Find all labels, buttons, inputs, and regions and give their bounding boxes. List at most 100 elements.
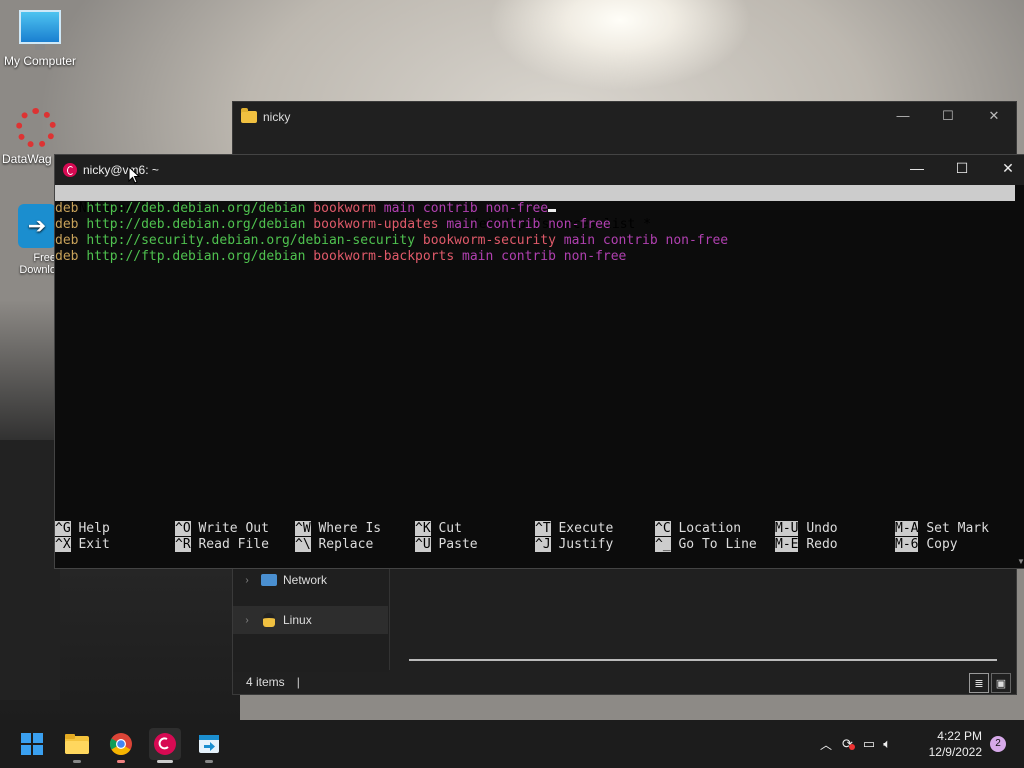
chevron-right-icon[interactable]: › bbox=[239, 575, 255, 586]
editor-line[interactable]: deb http://security.debian.org/debian-se… bbox=[55, 233, 1015, 249]
editor-line[interactable]: deb http://deb.debian.org/debian bookwor… bbox=[55, 201, 1015, 217]
nano-header-bar: GNU nano 5.4 /etc/apt/sources.list * bbox=[55, 185, 1015, 232]
shortcut-key: ^\ bbox=[295, 537, 311, 552]
taskbar-debian[interactable] bbox=[149, 728, 181, 763]
shortcut-label: Replace bbox=[318, 537, 374, 552]
line-keyword: deb bbox=[55, 249, 79, 264]
chrome-icon bbox=[110, 733, 132, 755]
shortcut-read-file[interactable]: ^R Read File bbox=[175, 537, 295, 553]
wallpaper-shadow bbox=[0, 440, 60, 700]
scroll-down-icon[interactable]: ▼ bbox=[1017, 557, 1024, 566]
minimize-icon[interactable]: — bbox=[891, 108, 915, 123]
shortcut-justify[interactable]: ^J Justify bbox=[535, 537, 655, 553]
shortcut-label: Paste bbox=[438, 537, 478, 552]
minimize-icon[interactable]: — bbox=[902, 160, 932, 176]
pane-divider bbox=[389, 552, 390, 670]
mouse-pointer-icon bbox=[128, 166, 141, 184]
status-separator: | bbox=[296, 675, 300, 689]
shortcut-key: M-U bbox=[775, 521, 799, 536]
shortcut-paste[interactable]: ^U Paste bbox=[415, 537, 535, 553]
maximize-icon[interactable]: ☐ bbox=[936, 108, 960, 124]
shortcut-key: ^K bbox=[415, 521, 431, 536]
shortcut-execute[interactable]: ^T Execute bbox=[535, 521, 655, 537]
desktop-icon-label: My Computer bbox=[3, 54, 77, 68]
shortcut-label: Go To Line bbox=[678, 537, 757, 552]
shortcut-undo[interactable]: M-U Undo bbox=[775, 521, 895, 537]
shortcut-key: ^R bbox=[175, 537, 191, 552]
shortcut-copy[interactable]: M-6 Copy bbox=[895, 537, 1015, 553]
line-keyword: deb bbox=[55, 217, 79, 232]
taskbar-remote-desktop[interactable] bbox=[193, 728, 225, 763]
line-components: main contrib non-free bbox=[462, 249, 627, 264]
shortcut-write-out[interactable]: ^O Write Out bbox=[175, 521, 295, 537]
terminal-window[interactable]: nicky@vm6: ~ — ☐ ✕ GNU nano 5.4 /etc/apt… bbox=[54, 154, 1024, 569]
shortcut-key: M-A bbox=[895, 521, 919, 536]
shortcut-key: ^O bbox=[175, 521, 191, 536]
volume-icon[interactable]: 🔈︎ bbox=[883, 736, 891, 752]
shortcut-label: Write Out bbox=[198, 521, 269, 536]
shortcut-replace[interactable]: ^\ Replace bbox=[295, 537, 415, 553]
nav-item-label: Network bbox=[283, 573, 328, 587]
line-components: main contrib non-free bbox=[563, 233, 729, 248]
system-tray: ︿ ⟳ ▭ 🔈︎ bbox=[820, 720, 891, 768]
shortcut-label: Help bbox=[78, 521, 110, 536]
terminal-title: nicky@vm6: ~ bbox=[83, 163, 159, 177]
details-view-button[interactable]: ≣ bbox=[969, 673, 989, 693]
file-explorer-icon bbox=[65, 734, 89, 754]
desktop-icon-my-computer[interactable]: My Computer bbox=[0, 10, 80, 68]
line-keyword: deb bbox=[55, 201, 79, 216]
shortcut-label: Location bbox=[678, 521, 742, 536]
chevron-right-icon[interactable]: › bbox=[239, 615, 255, 626]
desktop-icon-free-download[interactable]: ➔ Free Downlo bbox=[0, 204, 60, 276]
shortcut-redo[interactable]: M-E Redo bbox=[775, 537, 895, 553]
line-url: http://ftp.debian.org/debian bbox=[86, 249, 306, 264]
running-indicator bbox=[205, 760, 213, 763]
taskbar-clock[interactable]: 4:22 PM 12/9/2022 bbox=[929, 728, 982, 760]
line-suite: bookworm-security bbox=[422, 233, 556, 248]
monitor-icon bbox=[19, 10, 61, 50]
shortcut-key: ^U bbox=[415, 537, 431, 552]
taskbar: ︿ ⟳ ▭ 🔈︎ 4:22 PM 12/9/2022 2 bbox=[0, 720, 1024, 768]
shortcut-location[interactable]: ^C Location bbox=[655, 521, 775, 537]
line-suite: bookworm bbox=[313, 201, 376, 216]
clock-time: 4:22 PM bbox=[937, 729, 982, 743]
line-components: main contrib non-free bbox=[446, 217, 611, 232]
shortcut-label: Execute bbox=[558, 521, 614, 536]
taskbar-chrome[interactable] bbox=[105, 728, 137, 763]
shortcut-go-to-line[interactable]: ^_ Go To Line bbox=[655, 537, 775, 553]
taskbar-file-explorer[interactable] bbox=[61, 728, 93, 763]
shortcut-label: Cut bbox=[438, 521, 462, 536]
shortcut-help[interactable]: ^G Help bbox=[55, 521, 175, 537]
terminal-titlebar[interactable]: nicky@vm6: ~ bbox=[55, 155, 1024, 185]
horizontal-scrollbar[interactable] bbox=[409, 659, 997, 661]
chevron-up-icon[interactable]: ︿ bbox=[820, 736, 832, 753]
sync-icon[interactable]: ⟳ bbox=[842, 736, 855, 752]
editor-line[interactable]: deb http://deb.debian.org/debian bookwor… bbox=[55, 217, 1015, 233]
terminal-scrollbar[interactable]: ▼ bbox=[1016, 185, 1024, 568]
network-status-icon[interactable]: ▭ bbox=[863, 736, 875, 752]
maximize-icon[interactable]: ☐ bbox=[947, 160, 977, 177]
shortcut-where-is[interactable]: ^W Where Is bbox=[295, 521, 415, 537]
nav-item-linux[interactable]: › Linux bbox=[233, 606, 388, 634]
start-button[interactable] bbox=[16, 728, 48, 760]
shortcut-label: Set Mark bbox=[926, 521, 989, 536]
network-icon bbox=[261, 574, 277, 586]
navigation-pane: › Network › Linux bbox=[233, 552, 389, 672]
shortcut-label: Redo bbox=[806, 537, 838, 552]
notification-badge[interactable]: 2 bbox=[990, 736, 1006, 752]
tiles-view-button[interactable]: ▣ bbox=[991, 673, 1011, 693]
shortcut-set-mark[interactable]: M-A Set Mark bbox=[895, 521, 1015, 537]
shortcut-label: Justify bbox=[558, 537, 614, 552]
shortcut-key: M-E bbox=[775, 537, 799, 552]
shortcut-key: ^J bbox=[535, 537, 551, 552]
close-icon[interactable]: ✕ bbox=[982, 108, 1006, 124]
nav-item-network[interactable]: › Network bbox=[233, 566, 389, 594]
remote-desktop-icon bbox=[199, 735, 219, 753]
shortcut-label: Read File bbox=[198, 537, 269, 552]
line-suite: bookworm-backports bbox=[313, 249, 455, 264]
shortcut-cut[interactable]: ^K Cut bbox=[415, 521, 535, 537]
editor-line[interactable]: deb http://ftp.debian.org/debian bookwor… bbox=[55, 249, 1015, 265]
shortcut-exit[interactable]: ^X Exit bbox=[55, 537, 175, 553]
close-icon[interactable]: ✕ bbox=[993, 160, 1023, 177]
running-indicator bbox=[157, 760, 173, 763]
